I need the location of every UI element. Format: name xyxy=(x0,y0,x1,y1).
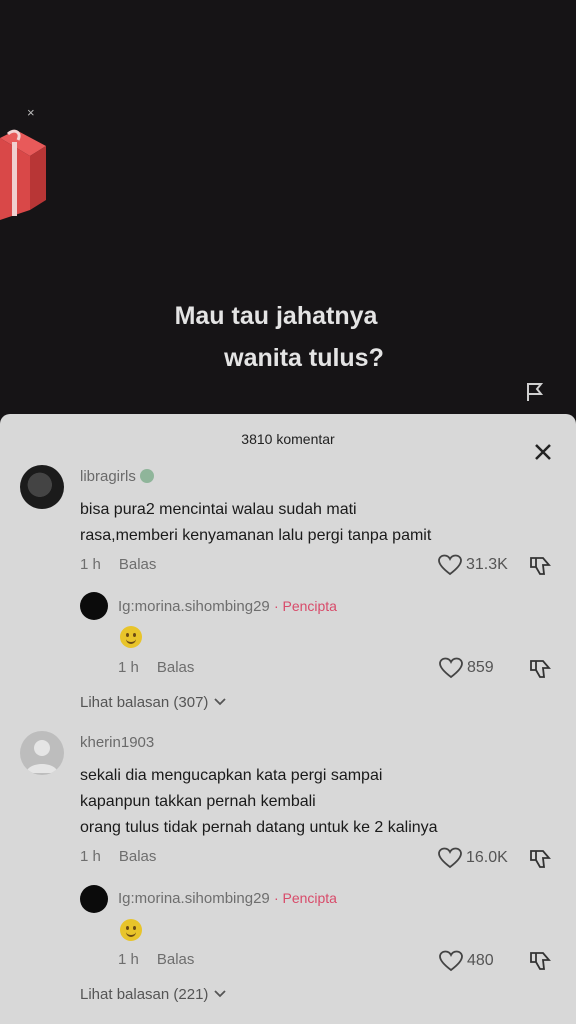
dislike-icon[interactable] xyxy=(529,848,551,870)
comment-username[interactable]: kherin1903 xyxy=(80,734,154,751)
avatar[interactable] xyxy=(20,731,64,775)
like-button[interactable]: 480 xyxy=(439,950,494,972)
like-button[interactable]: 859 xyxy=(439,657,494,679)
reply-meta: 1 h Balas xyxy=(118,951,194,968)
gift-icon[interactable] xyxy=(0,128,46,220)
chevron-down-icon xyxy=(213,698,226,706)
heart-icon xyxy=(438,554,462,576)
comment-text-line: orang tulus tidak pernah datang untuk ke… xyxy=(80,819,438,836)
comment-meta: 1 h Balas xyxy=(80,848,156,865)
comment-username[interactable]: libragirls xyxy=(80,468,154,485)
reply-username[interactable]: Ig:morina.sihombing29 · Pencipta xyxy=(118,890,337,907)
flag-icon[interactable] xyxy=(524,381,546,403)
reply-button[interactable]: Balas xyxy=(157,659,195,676)
avatar[interactable] xyxy=(20,465,64,509)
reply-username[interactable]: Ig:morina.sihombing29 · Pencipta xyxy=(118,598,337,615)
comment-text-line: sekali dia mengucapkan kata pergi sampai xyxy=(80,767,383,784)
dislike-icon[interactable] xyxy=(529,658,551,680)
comment-time: 1 h xyxy=(80,848,101,865)
smile-emoji-icon xyxy=(120,626,142,648)
like-count: 859 xyxy=(467,659,494,676)
reply-button[interactable]: Balas xyxy=(157,951,195,968)
reply-time: 1 h xyxy=(118,659,139,676)
gift-close-icon[interactable]: × xyxy=(27,106,35,119)
dislike-icon[interactable] xyxy=(529,950,551,972)
comment-text-line: bisa pura2 mencintai walau sudah mati xyxy=(80,501,357,518)
heart-icon xyxy=(439,950,463,972)
reply-button[interactable]: Balas xyxy=(119,556,157,573)
reply-meta: 1 h Balas xyxy=(118,659,194,676)
comments-count: 3810 komentar xyxy=(241,431,335,447)
video-caption-line2: wanita tulus? xyxy=(224,344,384,372)
view-replies-button[interactable]: Lihat balasan (307) xyxy=(80,694,227,711)
verified-badge-icon xyxy=(139,469,154,483)
like-count: 16.0K xyxy=(466,849,508,866)
video-caption-line1: Mau tau jahatnya xyxy=(174,302,378,330)
comment-text-line: kapanpun takkan pernah kembali xyxy=(80,793,316,810)
close-icon[interactable] xyxy=(530,439,556,465)
creator-tag: · Pencipta xyxy=(273,890,337,906)
video-area[interactable]: × Mau tau jahatnya wanita tulus? xyxy=(0,0,576,414)
default-avatar-icon xyxy=(26,740,58,773)
like-button[interactable]: 16.0K xyxy=(438,847,508,869)
creator-tag: · Pencipta xyxy=(273,598,337,614)
avatar[interactable] xyxy=(80,885,108,913)
comment-meta: 1 h Balas xyxy=(80,556,156,573)
chevron-down-icon xyxy=(213,990,226,998)
dislike-icon[interactable] xyxy=(529,555,551,577)
reply-time: 1 h xyxy=(118,951,139,968)
smile-emoji-icon xyxy=(120,919,142,941)
reply-button[interactable]: Balas xyxy=(119,848,157,865)
like-count: 480 xyxy=(467,952,494,969)
comment-time: 1 h xyxy=(80,556,101,573)
like-count: 31.3K xyxy=(466,556,508,573)
like-button[interactable]: 31.3K xyxy=(438,554,508,576)
comment-text-line: rasa,memberi kenyamanan lalu pergi tanpa… xyxy=(80,527,432,544)
heart-icon xyxy=(439,657,463,679)
avatar[interactable] xyxy=(80,592,108,620)
heart-icon xyxy=(438,847,462,869)
view-replies-button[interactable]: Lihat balasan (221) xyxy=(80,986,227,1003)
